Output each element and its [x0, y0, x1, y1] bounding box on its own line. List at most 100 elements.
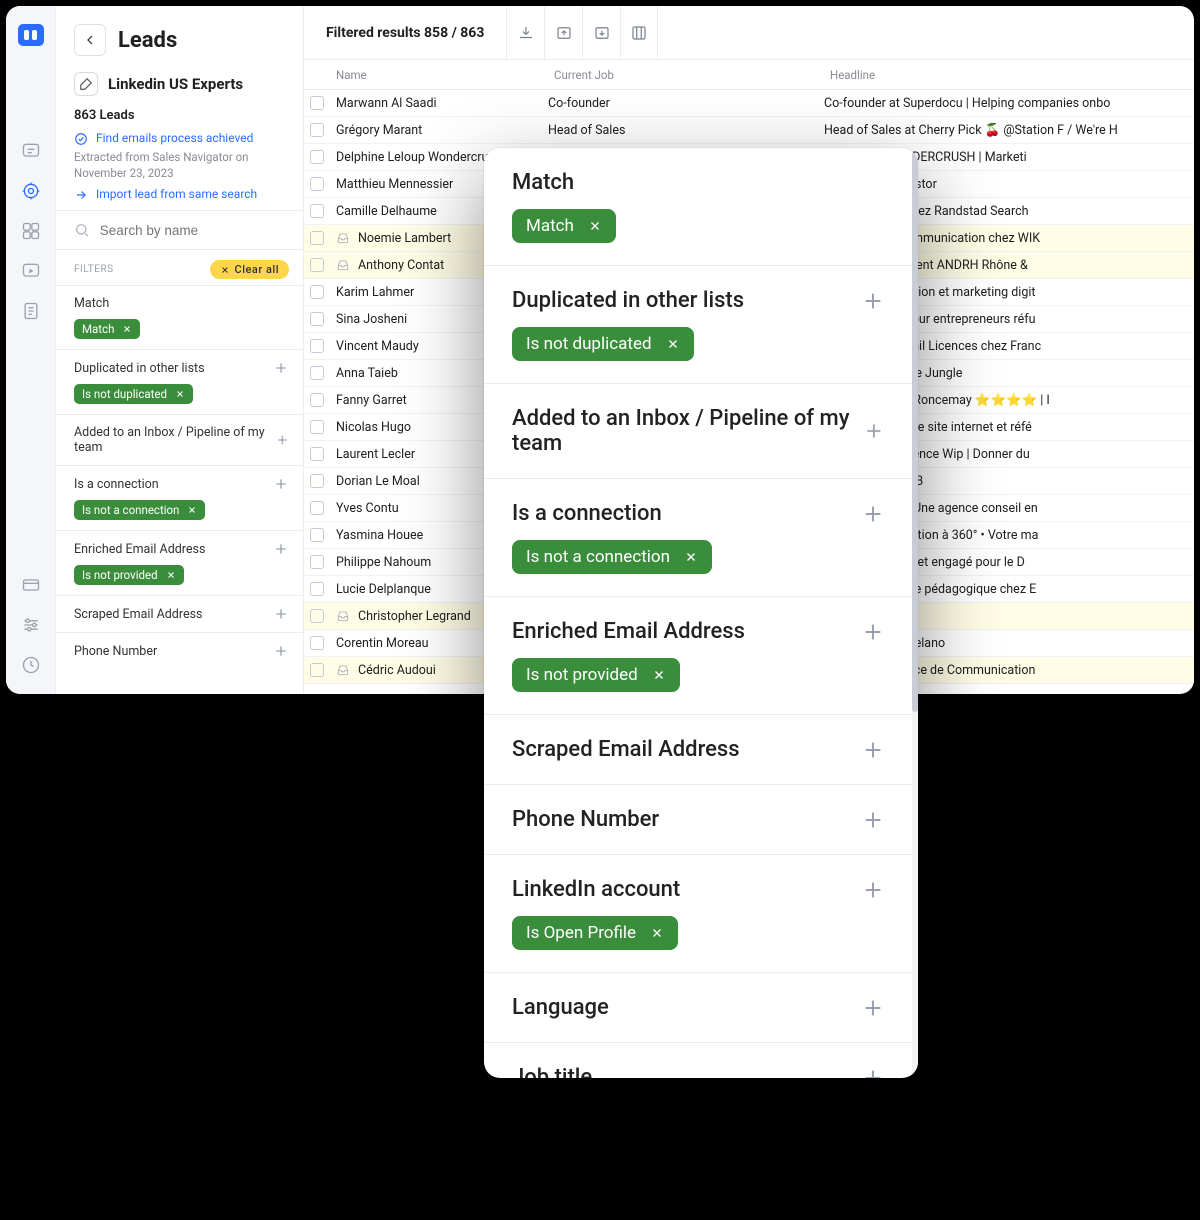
lead-count: 863 Leads	[56, 104, 303, 131]
close-icon[interactable]	[650, 926, 664, 940]
row-checkbox[interactable]	[310, 582, 324, 596]
row-checkbox[interactable]	[310, 123, 324, 137]
dashboard-icon[interactable]	[20, 220, 42, 242]
lead-name: Camille Delhaume	[336, 204, 437, 219]
popover-filter-chip[interactable]: Match	[512, 209, 616, 243]
row-checkbox[interactable]	[310, 312, 324, 326]
row-checkbox[interactable]	[310, 393, 324, 407]
plus-icon[interactable]	[862, 1067, 884, 1079]
row-checkbox[interactable]	[310, 177, 324, 191]
row-checkbox[interactable]	[310, 555, 324, 569]
plus-icon[interactable]	[862, 879, 884, 901]
app-logo-icon[interactable]	[18, 24, 44, 46]
close-icon[interactable]	[122, 324, 132, 334]
sidebar-filter-item: Added to an Inbox / Pipeline of my team	[56, 414, 303, 465]
card-icon[interactable]	[20, 574, 42, 596]
row-checkbox[interactable]	[310, 609, 324, 623]
row-checkbox[interactable]	[310, 663, 324, 677]
row-checkbox[interactable]	[310, 258, 324, 272]
plus-icon[interactable]	[273, 643, 289, 659]
popover-filter-chip[interactable]: Is not provided	[512, 658, 680, 692]
plus-icon[interactable]	[273, 360, 289, 376]
sidebar-filter-title: Is a connection	[74, 477, 159, 492]
row-checkbox[interactable]	[310, 474, 324, 488]
settings-icon[interactable]	[20, 614, 42, 636]
lead-name: Karim Lahmer	[336, 285, 414, 300]
play-icon[interactable]	[20, 260, 42, 282]
lead-name: Christopher Legrand	[358, 609, 471, 624]
row-checkbox[interactable]	[310, 420, 324, 434]
close-icon[interactable]	[684, 550, 698, 564]
close-icon[interactable]	[166, 570, 176, 580]
close-icon[interactable]	[652, 668, 666, 682]
popover-filter-chip-label: Is not duplicated	[526, 334, 652, 354]
popover-filter-chip[interactable]: Is Open Profile	[512, 916, 678, 950]
sidebar-filter-title: Added to an Inbox / Pipeline of my team	[74, 425, 275, 455]
plus-icon[interactable]	[862, 809, 884, 831]
row-checkbox[interactable]	[310, 366, 324, 380]
columns-button[interactable]	[620, 6, 658, 60]
popover-filter-chip[interactable]: Is not duplicated	[512, 327, 694, 361]
row-checkbox[interactable]	[310, 528, 324, 542]
lead-headline: Co-founder at Superdocu | Helping compan…	[824, 96, 1194, 111]
row-checkbox[interactable]	[310, 204, 324, 218]
popover-filter-title: Added to an Inbox / Pipeline of my team	[512, 406, 864, 456]
lead-name: Matthieu Mennessier	[336, 177, 453, 192]
lead-name: Grégory Marant	[336, 123, 422, 138]
chat-icon[interactable]	[20, 140, 42, 162]
import-link[interactable]: Import lead from same search	[74, 187, 285, 202]
sidebar-filter-item: Scraped Email Address	[56, 595, 303, 632]
sidebar-filter-item: Is a connection Is not a connection	[56, 465, 303, 530]
close-icon[interactable]	[588, 219, 602, 233]
plus-icon[interactable]	[273, 541, 289, 557]
filter-chip[interactable]: Is not duplicated	[74, 384, 193, 404]
download-button[interactable]	[506, 6, 544, 60]
table-row[interactable]: Marwann Al SaadiCo-founderCo-founder at …	[304, 90, 1194, 117]
row-checkbox[interactable]	[310, 285, 324, 299]
lead-headline: Head of Sales at Cherry Pick 🍒 @Station …	[824, 123, 1194, 138]
row-checkbox[interactable]	[310, 231, 324, 245]
target-icon[interactable]	[20, 180, 42, 202]
sidebar-filter-title: Duplicated in other lists	[74, 361, 205, 376]
lead-name: Delphine Leloup Wondercrush	[336, 150, 502, 165]
row-checkbox[interactable]	[310, 447, 324, 461]
filter-chip[interactable]: Match	[74, 319, 140, 339]
row-checkbox[interactable]	[310, 501, 324, 515]
plus-icon[interactable]	[273, 606, 289, 622]
table-row[interactable]: Grégory MarantHead of SalesHead of Sales…	[304, 117, 1194, 144]
clock-icon[interactable]	[20, 654, 42, 676]
plus-icon[interactable]	[273, 476, 289, 492]
back-button[interactable]	[74, 24, 106, 56]
row-checkbox[interactable]	[310, 636, 324, 650]
sidebar-filter-item: Phone Number	[56, 632, 303, 669]
plus-icon[interactable]	[862, 739, 884, 761]
extracted-note: Extracted from Sales Navigator on Novemb…	[74, 150, 285, 181]
close-icon[interactable]	[666, 337, 680, 351]
popover-filter-section: Scraped Email Address	[484, 715, 912, 785]
filter-chip[interactable]: Is not provided	[74, 565, 184, 585]
popover-scrollbar[interactable]	[912, 148, 918, 1078]
plus-icon[interactable]	[862, 503, 884, 525]
popover-filter-chip[interactable]: Is not a connection	[512, 540, 712, 574]
plus-icon[interactable]	[862, 997, 884, 1019]
clear-all-button[interactable]: Clear all	[210, 260, 289, 279]
plus-icon[interactable]	[864, 420, 884, 442]
popover-filter-title: Job title	[512, 1065, 592, 1078]
filter-chip[interactable]: Is not a connection	[74, 500, 205, 520]
close-icon[interactable]	[175, 389, 185, 399]
inbox-icon	[336, 231, 350, 245]
search-input[interactable]	[100, 223, 285, 238]
export-button[interactable]	[544, 6, 582, 60]
import-button[interactable]	[582, 6, 620, 60]
plus-icon[interactable]	[275, 432, 289, 448]
row-checkbox[interactable]	[310, 339, 324, 353]
page-icon[interactable]	[20, 300, 42, 322]
plus-icon[interactable]	[862, 621, 884, 643]
row-checkbox[interactable]	[310, 96, 324, 110]
row-checkbox[interactable]	[310, 150, 324, 164]
sidebar-filter-title: Phone Number	[74, 644, 157, 659]
close-icon[interactable]	[187, 505, 197, 515]
import-link-label: Import lead from same search	[96, 187, 257, 201]
lead-name: Anna Taieb	[336, 366, 398, 381]
plus-icon[interactable]	[862, 290, 884, 312]
